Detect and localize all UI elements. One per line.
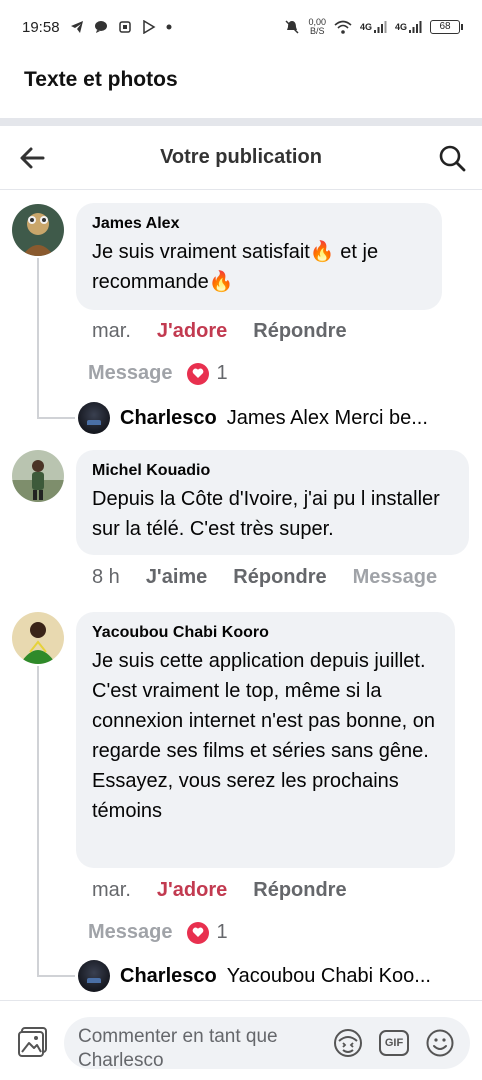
- reply-button[interactable]: Répondre: [233, 566, 326, 589]
- emoji-icon[interactable]: [424, 1027, 456, 1059]
- app-icon: [118, 20, 132, 34]
- message-button[interactable]: Message: [353, 566, 438, 589]
- love-button[interactable]: J'adore: [157, 320, 227, 343]
- love-button[interactable]: J'adore: [157, 879, 227, 902]
- comment-actions: 8 h J'aime Répondre Message: [92, 566, 437, 589]
- status-time: 19:58: [22, 18, 60, 36]
- back-arrow-icon[interactable]: [18, 144, 46, 172]
- comment-author[interactable]: James Alex: [92, 215, 426, 233]
- reply-button[interactable]: Répondre: [253, 320, 346, 343]
- mute-icon: [284, 19, 300, 35]
- signal-2-label: 4G: [394, 22, 407, 32]
- heart-reaction-icon[interactable]: [186, 921, 209, 944]
- reply-avatar[interactable]: [78, 960, 110, 992]
- comment-text: Depuis la Côte d'Ivoire, j'ai pu l insta…: [92, 488, 446, 540]
- net-speed: 0,00 B/S: [308, 18, 326, 36]
- message-button[interactable]: Message: [88, 921, 173, 944]
- play-store-icon: [142, 20, 156, 34]
- comment-author[interactable]: Yacoubou Chabi Kooro: [92, 624, 439, 642]
- reaction-row: Message 1: [88, 362, 228, 385]
- comment-bubble[interactable]: Michel Kouadio Depuis la Côte d'Ivoire, …: [76, 450, 469, 555]
- reply-avatar[interactable]: [78, 402, 110, 434]
- chat-icon: [94, 20, 108, 34]
- comment-actions: mar. J'adore Répondre: [92, 879, 347, 902]
- photo-icon[interactable]: [16, 1025, 50, 1059]
- telegram-icon: [70, 20, 84, 34]
- reply-preview[interactable]: Charlesco Yacoubou Chabi Koo...: [78, 960, 431, 992]
- signal-1-icon: 4G: [360, 20, 387, 34]
- comment-time: mar.: [92, 879, 131, 901]
- signal-2-icon: 4G: [395, 20, 422, 34]
- comment-text: Je suis vraiment satisfait🔥 et je recomm…: [92, 241, 384, 293]
- avatar[interactable]: [12, 450, 64, 502]
- reply-preview[interactable]: Charlesco James Alex Merci be...: [78, 402, 428, 434]
- reaction-count: 1: [216, 921, 228, 943]
- header-bar: Votre publication: [0, 126, 482, 190]
- signal-1-label: 4G: [359, 22, 372, 32]
- thread-line: [37, 258, 39, 418]
- net-speed-unit: B/S: [309, 26, 325, 36]
- message-button[interactable]: Message: [88, 362, 173, 385]
- reply-author[interactable]: Charlesco: [120, 407, 217, 430]
- thread-connector: [37, 975, 75, 977]
- comment-time: mar.: [92, 320, 131, 342]
- top-title: Texte et photos: [24, 68, 178, 91]
- heart-reaction-icon[interactable]: [186, 362, 209, 385]
- battery-icon: 68: [430, 20, 463, 34]
- battery-level: 68: [439, 21, 451, 32]
- page-title: Votre publication: [160, 146, 322, 168]
- wifi-icon: [334, 20, 352, 34]
- reaction-count: 1: [216, 362, 228, 384]
- comment-actions: mar. J'adore Répondre: [92, 320, 347, 343]
- comment-text: Je suis cette application depuis juillet…: [92, 650, 435, 822]
- status-bar: 19:58 0,00 B/S 4G 4G 68: [0, 0, 482, 54]
- comment-bubble[interactable]: Yacoubou Chabi Kooro Je suis cette appli…: [76, 612, 455, 868]
- comment-input-placeholder: Commenter en tant que Charlesco: [78, 1026, 278, 1069]
- avatar[interactable]: [12, 612, 64, 664]
- thread-line: [37, 666, 39, 976]
- comment-bubble[interactable]: James Alex Je suis vraiment satisfait🔥 e…: [76, 203, 442, 310]
- gif-label: GIF: [379, 1030, 409, 1056]
- reply-text: Yacoubou Chabi Koo...: [226, 964, 431, 987]
- reply-author[interactable]: Charlesco: [120, 965, 217, 988]
- search-icon[interactable]: [438, 144, 466, 172]
- reply-button[interactable]: Répondre: [253, 879, 346, 902]
- comment-author[interactable]: Michel Kouadio: [92, 462, 453, 480]
- avatar[interactable]: [12, 204, 64, 256]
- notification-dot-icon: [166, 24, 172, 30]
- reply-text: James Alex Merci be...: [226, 406, 428, 429]
- avatar-sticker-icon[interactable]: [332, 1027, 364, 1059]
- like-button[interactable]: J'aime: [146, 566, 207, 589]
- comment-time: 8 h: [92, 566, 120, 588]
- thread-connector: [37, 417, 75, 419]
- comment-composer: Commenter en tant que Charlesco GIF: [0, 1000, 482, 1080]
- gif-icon[interactable]: GIF: [378, 1027, 410, 1059]
- section-divider: [0, 118, 482, 126]
- reaction-row: Message 1: [88, 921, 228, 944]
